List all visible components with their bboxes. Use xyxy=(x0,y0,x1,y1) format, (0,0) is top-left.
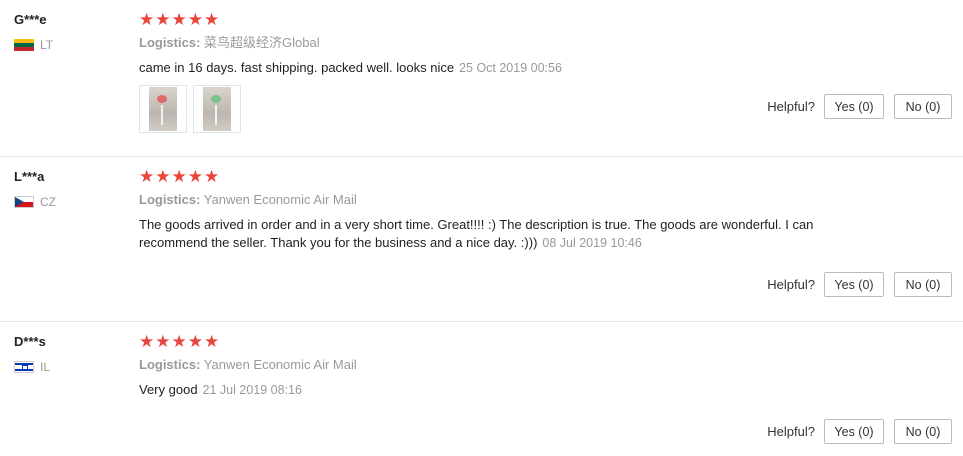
review-date: 25 Oct 2019 00:56 xyxy=(459,61,562,75)
star-rating: ★★★★★ xyxy=(139,167,221,186)
reviewer-info: D***s IL xyxy=(14,334,134,374)
helpful-no-button[interactable]: No (0) xyxy=(894,272,952,297)
review-date: 21 Jul 2019 08:16 xyxy=(202,383,302,397)
review-text: Very good xyxy=(139,382,198,397)
logistics-label: Logistics: xyxy=(139,35,201,50)
country-code: LT xyxy=(40,38,54,52)
review-body: ★★★★★ Logistics: Yanwen Economic Air Mai… xyxy=(139,332,939,399)
helpful-no-button[interactable]: No (0) xyxy=(894,94,952,119)
reviewer-name: L***a xyxy=(14,169,45,184)
review-body: ★★★★★ Logistics: Yanwen Economic Air Mai… xyxy=(139,167,939,252)
helpful-yes-button[interactable]: Yes (0) xyxy=(824,272,884,297)
helpful-yes-button[interactable]: Yes (0) xyxy=(824,419,884,444)
logistics-value: Yanwen Economic Air Mail xyxy=(203,357,357,372)
star-rating: ★★★★★ xyxy=(139,10,221,29)
helpful-label: Helpful? xyxy=(767,99,815,114)
helpful-label: Helpful? xyxy=(767,424,815,439)
reviewer-name: D***s xyxy=(14,334,46,349)
logistics-value: Yanwen Economic Air Mail xyxy=(203,192,357,207)
review-photo-thumbnail[interactable] xyxy=(139,85,187,133)
country-code: IL xyxy=(40,360,51,374)
review-text-line: The goods arrived in order and in a very… xyxy=(139,216,854,252)
helpful-vote: Helpful? Yes (0) No (0) xyxy=(767,94,952,119)
review-text-line: came in 16 days. fast shipping. packed w… xyxy=(139,59,939,77)
photo-image xyxy=(149,87,177,131)
review-item: L***a CZ ★★★★★ Logistics: Yanwen Economi… xyxy=(0,157,963,322)
review-item: G***e LT ★★★★★ Logistics: 菜鸟超级经济Global c… xyxy=(0,0,963,157)
reviewer-country: LT xyxy=(14,38,134,52)
logistics-info: Logistics: Yanwen Economic Air Mail xyxy=(139,356,939,374)
star-of-david-icon xyxy=(22,365,28,370)
logistics-label: Logistics: xyxy=(139,192,201,207)
review-item: D***s IL ★★★★★ Logistics: Yanwen Economi… xyxy=(0,322,963,456)
reviewer-country: CZ xyxy=(14,195,134,209)
helpful-vote: Helpful? Yes (0) No (0) xyxy=(767,419,952,444)
logistics-value: 菜鸟超级经济Global xyxy=(204,35,320,50)
star-rating: ★★★★★ xyxy=(139,332,221,351)
review-date: 08 Jul 2019 10:46 xyxy=(542,236,642,250)
reviewer-name: G***e xyxy=(14,12,47,27)
logistics-info: Logistics: 菜鸟超级经济Global xyxy=(139,34,939,52)
photo-image xyxy=(203,87,231,131)
review-photo-thumbnail[interactable] xyxy=(193,85,241,133)
israel-flag-icon xyxy=(14,361,34,373)
country-code: CZ xyxy=(40,195,56,209)
review-text: came in 16 days. fast shipping. packed w… xyxy=(139,60,455,75)
review-text: The goods arrived in order and in a very… xyxy=(139,217,814,250)
reviewer-info: G***e LT xyxy=(14,12,134,52)
logistics-label: Logistics: xyxy=(139,357,201,372)
helpful-vote: Helpful? Yes (0) No (0) xyxy=(767,272,952,297)
helpful-no-button[interactable]: No (0) xyxy=(894,419,952,444)
czech-flag-icon xyxy=(14,196,34,208)
helpful-label: Helpful? xyxy=(767,277,815,292)
reviewer-info: L***a CZ xyxy=(14,169,134,209)
review-text-line: Very good 21 Jul 2019 08:16 xyxy=(139,381,939,399)
reviewer-country: IL xyxy=(14,360,134,374)
lithuania-flag-icon xyxy=(14,39,34,51)
helpful-yes-button[interactable]: Yes (0) xyxy=(824,94,884,119)
logistics-info: Logistics: Yanwen Economic Air Mail xyxy=(139,191,939,209)
